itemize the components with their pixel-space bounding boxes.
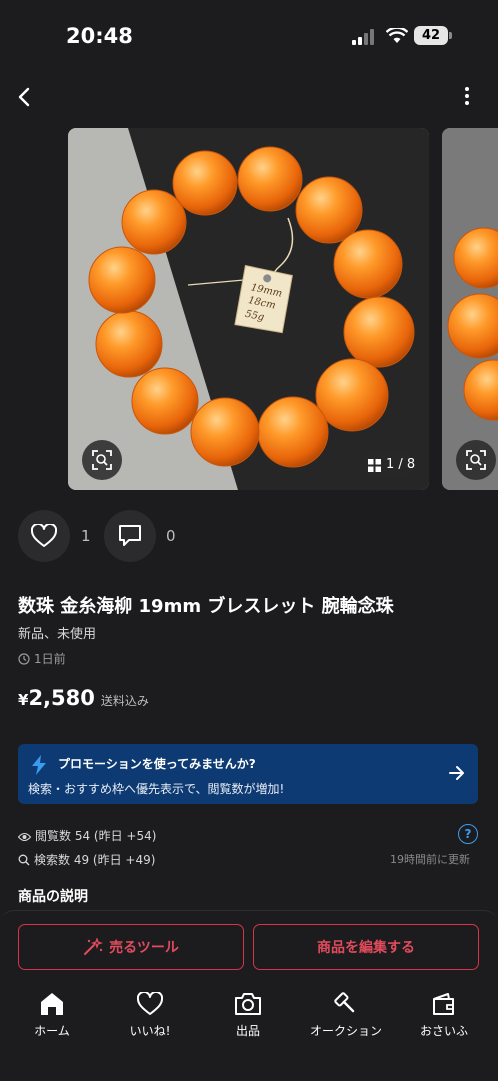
cellular-signal-icon [352, 29, 374, 45]
zoom-button-next[interactable] [456, 440, 496, 480]
eye-icon [17, 832, 32, 842]
magic-wand-icon [84, 936, 104, 955]
arrow-right-icon [449, 766, 464, 780]
photo-counter-text: 1 / 8 [386, 457, 416, 472]
tab-auction[interactable]: オークション [298, 990, 394, 1050]
home-icon [41, 993, 63, 1015]
updated-time: 19時間前に更新 [390, 853, 470, 866]
price-amount: 2,580 [28, 686, 95, 710]
comment-icon [119, 525, 141, 546]
back-chevron-icon[interactable] [10, 82, 40, 112]
next-product-photo[interactable] [442, 128, 498, 490]
grid-icon [368, 459, 381, 472]
gavel-icon [334, 992, 355, 1013]
comment-button[interactable] [104, 510, 156, 562]
wifi-icon [386, 28, 408, 43]
promotion-title: プロモーションを使ってみませんか? [58, 757, 256, 771]
battery-indicator: 42 [414, 26, 448, 45]
wallet-icon [433, 993, 454, 1015]
lightning-icon [32, 755, 46, 775]
scan-zoom-icon [92, 450, 112, 470]
edit-item-button[interactable]: 商品を編集する [253, 924, 479, 970]
views-stat: 閲覧数 54 (昨日 +54) [17, 827, 157, 844]
tab-home[interactable]: ホーム [4, 990, 100, 1050]
clock-icon [18, 653, 30, 665]
zoom-button[interactable] [82, 440, 122, 480]
camera-icon [235, 993, 261, 1015]
like-button[interactable] [18, 510, 70, 562]
tab-listing-label: 出品 [235, 1024, 260, 1038]
heart-icon [137, 992, 163, 1015]
battery-tip [449, 32, 452, 39]
shipping-label: 送料込み [100, 694, 149, 708]
tab-home-label: ホーム [34, 1024, 70, 1038]
promotion-description: 検索・おすすめ枠へ優先表示で、閲覧数が増加! [28, 782, 285, 796]
like-count: 1 [81, 527, 91, 545]
views-text: 閲覧数 54 (昨日 +54) [35, 829, 157, 843]
edit-item-label: 商品を編集する [317, 940, 415, 956]
tab-likes[interactable]: いいね! [102, 990, 198, 1050]
status-bar: 20:48 42 [0, 0, 498, 70]
tab-listing[interactable]: 出品 [200, 990, 296, 1050]
scan-zoom-icon [466, 450, 486, 470]
item-title: 数珠 金糸海柳 19mm ブレスレット 腕輪念珠 [18, 596, 394, 617]
bracelet-photo-illustration: 19mm 18cm 55g [68, 128, 429, 490]
sell-tools-label: 売るツール [109, 940, 179, 956]
promotion-banner[interactable]: プロモーションを使ってみませんか? 検索・おすすめ枠へ優先表示で、閲覧数が増加! [18, 744, 478, 804]
search-stat: 検索数 49 (昨日 +49) [18, 851, 155, 868]
more-vertical-icon[interactable] [458, 84, 476, 108]
photo-gallery[interactable]: 19mm 18cm 55g [0, 128, 498, 490]
help-icon[interactable]: ? [458, 824, 478, 844]
tab-wallet[interactable]: おさいふ [396, 990, 492, 1050]
price-currency: ¥ [18, 691, 29, 709]
tab-auction-label: オークション [309, 1024, 382, 1038]
status-time: 20:48 [66, 24, 133, 48]
tab-likes-label: いいね! [129, 1024, 171, 1038]
heart-icon [31, 524, 57, 547]
item-price: ¥2,580 送料込み [18, 686, 149, 710]
next-photo-illustration [442, 128, 498, 490]
description-heading: 商品の説明 [18, 889, 88, 905]
photo-counter: 1 / 8 [360, 452, 416, 478]
item-condition: 新品、未使用 [18, 627, 97, 642]
search-text: 検索数 49 (昨日 +49) [34, 853, 156, 867]
search-icon [18, 854, 30, 866]
tab-wallet-label: おさいふ [419, 1024, 468, 1038]
sell-tools-button[interactable]: 売るツール [18, 924, 244, 970]
product-photo[interactable]: 19mm 18cm 55g [68, 128, 429, 490]
comment-count: 0 [166, 527, 176, 545]
posted-time-text: 1日前 [34, 652, 66, 666]
posted-time: 1日前 [18, 650, 66, 667]
